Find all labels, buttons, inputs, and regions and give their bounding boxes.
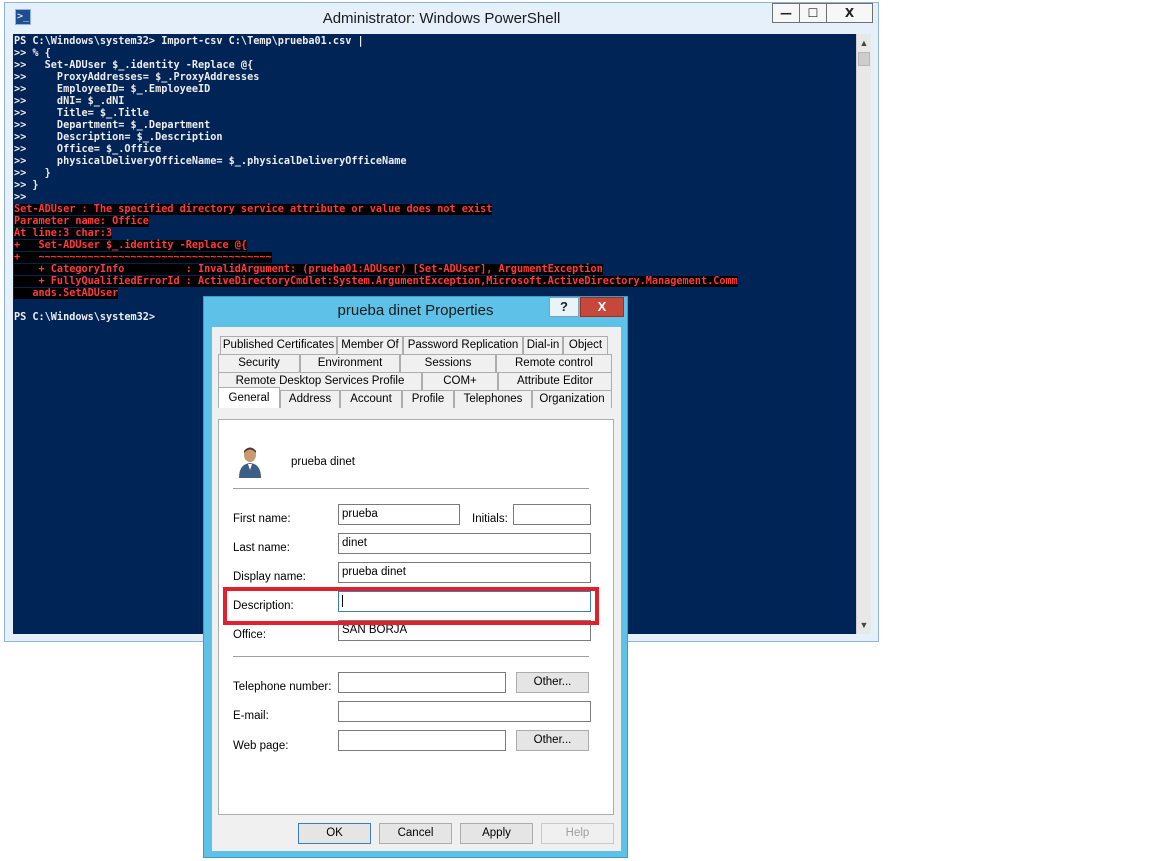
- console-line: >>: [14, 192, 27, 203]
- ok-button[interactable]: OK: [298, 823, 371, 844]
- minimize-button[interactable]: —: [772, 3, 800, 23]
- first-name-field[interactable]: prueba: [338, 504, 460, 525]
- maximize-button[interactable]: ☐: [799, 3, 827, 23]
- web-page-field[interactable]: [338, 730, 506, 751]
- console-line: >> dNI= $_.dNI: [14, 96, 125, 107]
- last-name-field[interactable]: dinet: [338, 533, 591, 554]
- tab-account[interactable]: Account: [340, 390, 402, 408]
- tab-remote-control[interactable]: Remote control: [496, 354, 612, 372]
- tab-environment[interactable]: Environment: [300, 354, 400, 372]
- office-highlight-box: [223, 587, 599, 625]
- console-error-line: Parameter name: Office: [14, 216, 149, 227]
- tab-com-plus[interactable]: COM+: [422, 372, 498, 390]
- web-page-other-button[interactable]: Other...: [516, 730, 589, 751]
- display-name-field[interactable]: prueba dinet: [338, 562, 591, 583]
- tab-member-of[interactable]: Member Of: [337, 336, 403, 354]
- powershell-titlebar[interactable]: >_ Administrator: Windows PowerShell — ☐…: [5, 3, 878, 33]
- telephone-other-button[interactable]: Other...: [516, 672, 589, 693]
- console-line: >> Title= $_.Title: [14, 108, 149, 119]
- first-name-label: First name:: [233, 513, 291, 525]
- tab-sessions[interactable]: Sessions: [400, 354, 496, 372]
- user-avatar-icon: [239, 447, 261, 478]
- console-error-line: At line:3 char:3: [14, 228, 113, 239]
- last-name-label: Last name:: [233, 542, 290, 554]
- help-bottom-button[interactable]: Help: [541, 823, 614, 844]
- email-field[interactable]: [338, 701, 591, 722]
- console-line: >> % {: [14, 48, 51, 59]
- help-button[interactable]: ?: [549, 297, 579, 317]
- tab-dial-in[interactable]: Dial-in: [523, 336, 563, 354]
- dialog-close-button[interactable]: X: [580, 297, 624, 317]
- console-error-line: + Set-ADUser $_.identity -Replace @{: [14, 240, 248, 251]
- console-error-line: + CategoryInfo : InvalidArgument: (prueb…: [14, 264, 603, 275]
- cancel-button[interactable]: Cancel: [379, 823, 452, 844]
- user-display-name: prueba dinet: [291, 456, 355, 468]
- tab-password-replication[interactable]: Password Replication: [403, 336, 523, 354]
- console-line: >> Description= $_.Description: [14, 132, 223, 143]
- telephone-number-field[interactable]: [338, 672, 506, 693]
- console-error-line: Set-ADUser : The specified directory ser…: [14, 204, 493, 215]
- tab-published-certificates[interactable]: Published Certificates: [220, 336, 337, 354]
- tab-attribute-editor[interactable]: Attribute Editor: [498, 372, 612, 390]
- console-line: >> }: [14, 180, 39, 191]
- scroll-up-icon[interactable]: ▲: [857, 36, 871, 50]
- console-line: PS C:\Windows\system32>: [14, 312, 156, 323]
- tab-address[interactable]: Address: [280, 390, 340, 408]
- scroll-down-icon[interactable]: ▼: [857, 618, 871, 632]
- close-button[interactable]: X: [826, 3, 873, 23]
- console-line: PS C:\Windows\system32> Import-csv C:\Te…: [14, 36, 364, 47]
- tab-general[interactable]: General: [218, 387, 280, 408]
- properties-dialog: prueba dinet Properties ? X Published Ce…: [203, 296, 628, 858]
- console-line: >> ProxyAddresses= $_.ProxyAddresses: [14, 72, 260, 83]
- display-name-label: Display name:: [233, 571, 306, 583]
- web-page-label: Web page:: [233, 740, 289, 752]
- window-title: Administrator: Windows PowerShell: [322, 10, 561, 27]
- office-label: Office:: [233, 629, 267, 641]
- initials-field[interactable]: [513, 504, 591, 525]
- console-error-line: + FullyQualifiedErrorId : ActiveDirector…: [14, 276, 738, 287]
- console-error-line: + ~~~~~~~~~~~~~~~~~~~~~~~~~~~~~~~~~~~~~~: [14, 252, 272, 263]
- initials-label: Initials:: [472, 513, 508, 525]
- console-line: >> EmployeeID= $_.EmployeeID: [14, 84, 211, 95]
- tab-object[interactable]: Object: [563, 336, 608, 354]
- console-line: >> Office= $_.Office: [14, 144, 162, 155]
- tab-telephones[interactable]: Telephones: [454, 390, 532, 408]
- console-line: >> physicalDeliveryOfficeName= $_.physic…: [14, 156, 407, 167]
- apply-button[interactable]: Apply: [460, 823, 533, 844]
- tab-organization[interactable]: Organization: [532, 390, 612, 408]
- console-line: >> }: [14, 168, 51, 179]
- console-output: PS C:\Windows\system32> Import-csv C:\Te…: [13, 34, 856, 324]
- console-line: >> Set-ADUser $_.identity -Replace @{: [14, 60, 254, 71]
- telephone-number-label: Telephone number:: [233, 681, 332, 693]
- tab-profile[interactable]: Profile: [402, 390, 454, 408]
- tab-security[interactable]: Security: [218, 354, 300, 372]
- console-line: >> Department= $_.Department: [14, 120, 211, 131]
- separator: [233, 656, 589, 657]
- scroll-thumb[interactable]: [858, 52, 870, 66]
- email-label: E-mail:: [233, 710, 269, 722]
- console-error-line: ands.SetADUser: [14, 288, 119, 299]
- vertical-scrollbar[interactable]: ▲ ▼: [856, 34, 871, 634]
- separator: [233, 488, 589, 489]
